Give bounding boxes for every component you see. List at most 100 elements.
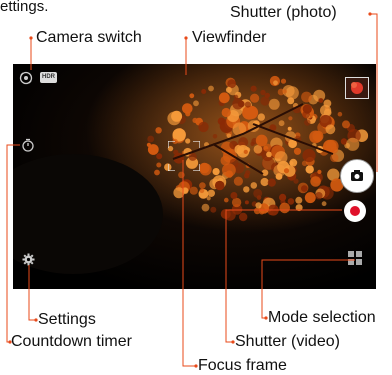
- leaf: [231, 197, 242, 208]
- leaf: [199, 162, 210, 174]
- callout-settings: Settings: [38, 311, 96, 328]
- top-caption: ettings.: [0, 0, 49, 15]
- leaf: [318, 98, 324, 103]
- leaf: [304, 119, 311, 126]
- leaf: [201, 203, 210, 212]
- leaf: [201, 89, 207, 94]
- leaf: [250, 85, 257, 92]
- mode-selection-button[interactable]: [348, 251, 362, 270]
- leaf: [259, 209, 265, 215]
- leaf: [267, 204, 279, 216]
- camera-viewfinder[interactable]: HDR: [13, 64, 376, 289]
- gallery-thumbnail[interactable]: [345, 77, 369, 99]
- leaf: [255, 134, 268, 147]
- leaf: [243, 149, 248, 154]
- leaf: [256, 195, 262, 200]
- callout-focus-frame: Focus frame: [198, 357, 287, 374]
- hdr-badge[interactable]: HDR: [40, 72, 57, 83]
- leaf: [242, 105, 256, 120]
- leaf: [218, 92, 230, 104]
- leaf: [244, 200, 249, 205]
- leaf: [250, 141, 255, 146]
- leaf: [189, 93, 195, 99]
- leaf: [279, 202, 291, 214]
- leaf: [208, 85, 214, 92]
- camera-icon: [351, 170, 363, 181]
- leaf: [225, 86, 232, 93]
- leaf: [323, 99, 332, 108]
- leaf: [199, 182, 206, 189]
- viewfinder-image: [13, 64, 376, 289]
- leaf: [337, 111, 343, 117]
- leaf: [288, 116, 293, 121]
- callout-shutter-video: Shutter (video): [235, 333, 340, 350]
- leaf: [239, 212, 248, 222]
- leaf: [243, 186, 250, 193]
- leaf: [267, 178, 276, 187]
- leaf: [266, 151, 272, 158]
- leaf: [264, 92, 270, 99]
- leaf: [233, 176, 243, 186]
- photo-shutter-button[interactable]: [341, 160, 373, 192]
- leaf: [224, 197, 229, 203]
- callout-countdown-timer: Countdown timer: [11, 333, 132, 350]
- timer-icon[interactable]: [21, 138, 35, 157]
- leaf: [273, 80, 278, 86]
- leaf: [287, 126, 292, 131]
- leaf: [210, 206, 217, 213]
- leaf: [189, 186, 198, 195]
- focus-frame[interactable]: [167, 140, 201, 176]
- leaf: [185, 111, 191, 117]
- leaf: [295, 204, 303, 212]
- leaf: [304, 192, 316, 204]
- leaf: [285, 86, 299, 100]
- leaf: [250, 182, 258, 189]
- leaf: [330, 153, 339, 163]
- leaf: [199, 188, 205, 194]
- leaf: [261, 157, 275, 170]
- leaf: [192, 117, 198, 123]
- leaf: [301, 185, 308, 192]
- leaf: [305, 165, 314, 174]
- leaf: [244, 173, 250, 179]
- leaf: [156, 162, 162, 168]
- video-shutter-button[interactable]: [344, 200, 366, 222]
- leaf: [325, 124, 336, 135]
- leaf: [275, 173, 283, 180]
- record-icon: [350, 206, 360, 216]
- leaf: [274, 151, 288, 164]
- leaf: [221, 107, 231, 118]
- leaf: [250, 93, 260, 103]
- leaf: [154, 169, 160, 176]
- leaf: [278, 120, 285, 127]
- leaf: [212, 168, 220, 176]
- leaf: [315, 192, 323, 200]
- leaf: [346, 137, 360, 151]
- leaf: [207, 189, 215, 197]
- leaf: [181, 187, 189, 195]
- leaf: [295, 196, 303, 204]
- leaf: [301, 91, 312, 103]
- leaf: [257, 113, 265, 121]
- leaf: [156, 153, 163, 160]
- leaf: [238, 100, 245, 108]
- leaf: [224, 209, 236, 221]
- leaf: [302, 148, 316, 163]
- leaf: [214, 180, 225, 191]
- leaf: [260, 177, 269, 187]
- grid-icon: [348, 251, 362, 265]
- leaf: [310, 176, 321, 187]
- leaf: [293, 147, 302, 155]
- leaf: [280, 78, 287, 84]
- gear-icon[interactable]: [22, 253, 35, 271]
- camera-switch-icon[interactable]: [19, 71, 33, 90]
- leaf: [342, 120, 350, 129]
- leaf: [244, 101, 251, 108]
- leaf: [287, 198, 295, 205]
- callout-camera-switch: Camera switch: [36, 29, 142, 46]
- callout-viewfinder: Viewfinder: [192, 29, 267, 46]
- leaf: [302, 110, 310, 119]
- callout-shutter-photo: Shutter (photo): [230, 4, 337, 21]
- leaf: [155, 127, 162, 134]
- leaf: [289, 161, 294, 166]
